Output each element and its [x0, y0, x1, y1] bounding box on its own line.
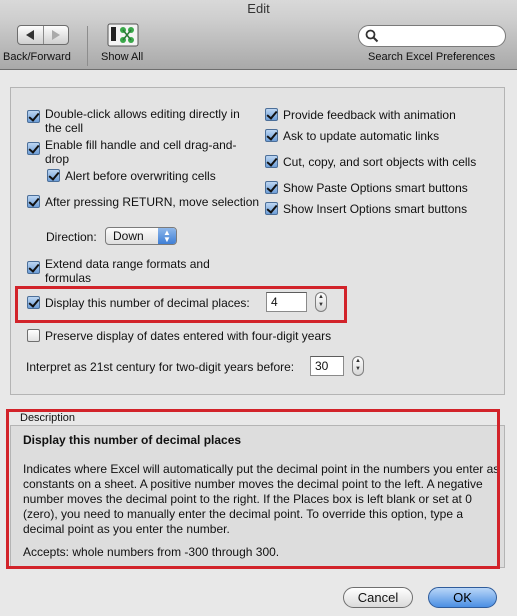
after-return-label: After pressing RETURN, move selection: [45, 195, 260, 209]
description-highlight: [6, 409, 500, 569]
ok-button[interactable]: OK: [428, 587, 497, 608]
back-forward-label: Back/Forward: [3, 51, 71, 63]
direction-select[interactable]: Down ▲ ▼: [105, 227, 177, 245]
toolbar: Back/Forward Show All Search Excel Prefe…: [0, 18, 517, 70]
update-links-label: Ask to update automatic links: [283, 129, 440, 143]
search-label: Search Excel Preferences: [368, 51, 496, 63]
insert-options-checkbox[interactable]: [265, 202, 278, 215]
extend-formats-line2: formulas: [45, 271, 92, 285]
alert-overwrite-label: Alert before overwriting cells: [65, 169, 216, 183]
update-links-checkbox[interactable]: [265, 129, 278, 142]
century-stepper[interactable]: ▲ ▼: [352, 356, 364, 376]
show-all-label[interactable]: Show All: [101, 51, 143, 63]
feedback-animation-checkbox[interactable]: [265, 108, 278, 121]
feedback-animation-label: Provide feedback with animation: [283, 108, 456, 122]
fill-handle-label: Enable fill handle and cell drag-and- dr…: [45, 138, 236, 166]
double-click-edit-label: Double-click allows editing directly in …: [45, 107, 240, 135]
cut-copy-sort-label: Cut, copy, and sort objects with cells: [283, 155, 477, 169]
fill-handle-line2: drop: [45, 152, 70, 166]
paste-options-label: Show Paste Options smart buttons: [283, 181, 468, 195]
paste-options-checkbox[interactable]: [265, 181, 278, 194]
back-button[interactable]: [18, 26, 43, 44]
double-click-edit-line1: Double-click allows editing directly in: [45, 107, 240, 121]
fill-handle-checkbox[interactable]: [27, 142, 40, 155]
cancel-button[interactable]: Cancel: [343, 587, 413, 608]
window-title: Edit: [0, 0, 517, 18]
preserve-dates-label: Preserve display of dates entered with f…: [45, 329, 332, 343]
back-arrow-icon: [26, 30, 35, 40]
direction-label: Direction:: [46, 230, 97, 244]
extend-formats-label: Extend data range formats and formulas: [45, 257, 210, 285]
back-forward-control[interactable]: [17, 25, 69, 45]
search-field[interactable]: [358, 25, 506, 47]
show-all-icon[interactable]: [107, 22, 139, 48]
select-arrows-icon: ▲ ▼: [158, 228, 176, 244]
forward-arrow-icon: [51, 30, 60, 40]
insert-options-label: Show Insert Options smart buttons: [283, 202, 468, 216]
extend-formats-checkbox[interactable]: [27, 261, 40, 274]
forward-button[interactable]: [42, 26, 69, 44]
search-icon: [365, 29, 379, 43]
extend-formats-line1: Extend data range formats and: [45, 257, 210, 271]
toolbar-divider: [87, 26, 88, 66]
alert-overwrite-checkbox[interactable]: [47, 169, 60, 182]
decimal-places-highlight: [15, 286, 347, 323]
direction-value: Down: [113, 229, 144, 243]
fill-handle-line1: Enable fill handle and cell drag-and-: [45, 138, 237, 152]
century-input[interactable]: 30: [310, 356, 344, 376]
preserve-dates-checkbox[interactable]: [27, 329, 40, 342]
after-return-checkbox[interactable]: [27, 195, 40, 208]
double-click-edit-checkbox[interactable]: [27, 110, 40, 123]
cut-copy-sort-checkbox[interactable]: [265, 155, 278, 168]
century-label: Interpret as 21st century for two-digit …: [26, 360, 295, 374]
double-click-edit-line2: the cell: [45, 121, 84, 135]
